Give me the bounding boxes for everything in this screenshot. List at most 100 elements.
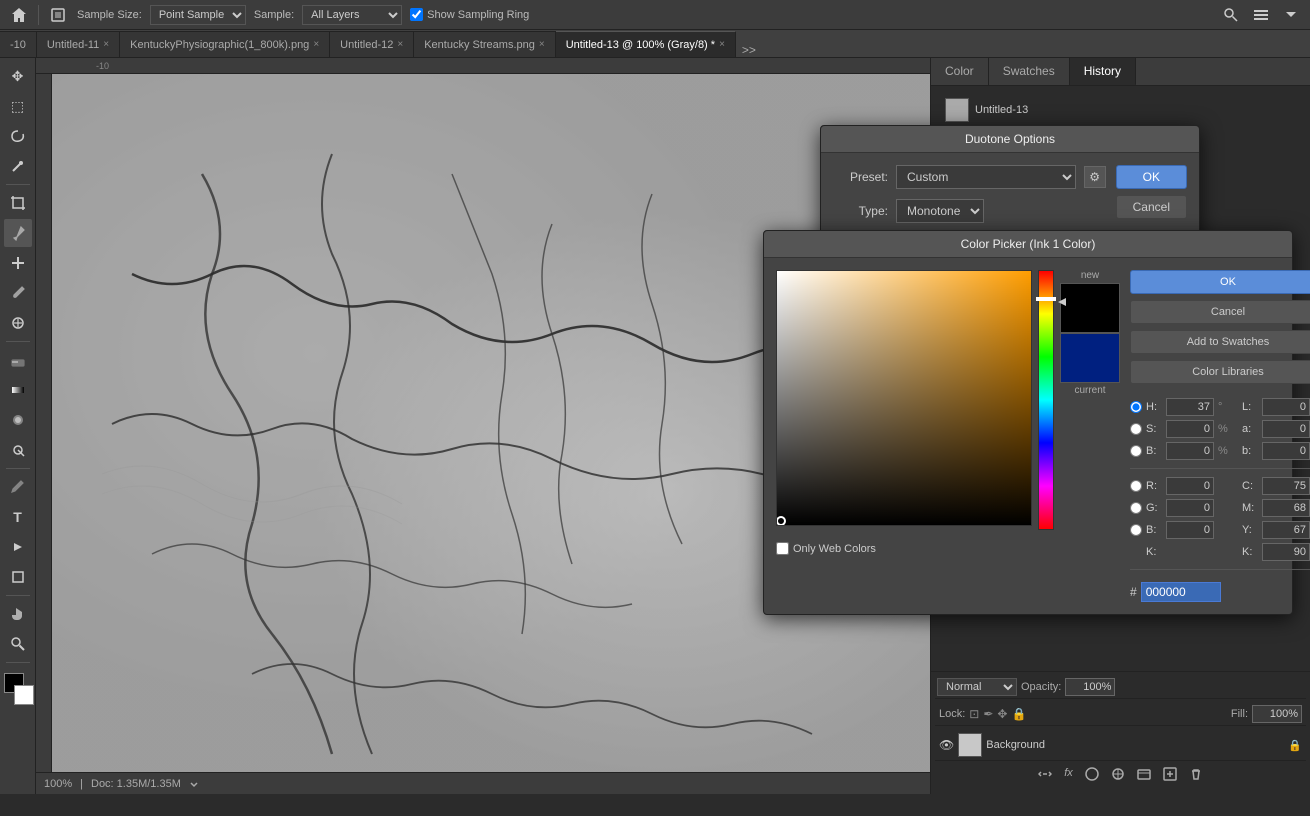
hue-section [1038,270,1054,530]
preset-select[interactable]: Custom [896,165,1076,189]
workspace-icon[interactable] [1250,4,1272,26]
a-input[interactable] [1262,420,1310,438]
close-tab-untitled-11[interactable]: × [103,39,109,50]
sampling-ring-check[interactable] [410,8,423,21]
close-tab-kentucky-physio[interactable]: × [313,39,319,50]
path-selection-tool[interactable] [4,533,32,561]
delete-layer-icon[interactable] [1185,765,1207,786]
b-radio[interactable] [1130,445,1142,457]
hue-slider[interactable] [1038,270,1054,530]
s-radio[interactable] [1130,423,1142,435]
close-tab-kentucky-streams[interactable]: × [539,39,545,50]
eyedropper-tool-icon[interactable] [47,4,69,26]
blend-mode-select[interactable]: Normal [937,678,1017,696]
opacity-input[interactable] [1065,678,1115,696]
show-sampling-ring-checkbox[interactable]: Show Sampling Ring [410,8,529,21]
lock-icon-4[interactable]: 🔒 [1011,707,1026,721]
g-input[interactable] [1166,499,1214,517]
lock-icon-3[interactable]: ✥ [997,707,1007,721]
tab-untitled-13[interactable]: Untitled-13 @ 100% (Gray/8) * × [556,31,736,57]
web-colors-checkbox[interactable] [776,542,789,555]
lasso-tool[interactable] [4,122,32,150]
shape-tool[interactable] [4,563,32,591]
layer-visibility-eye[interactable]: 👁 [939,738,954,752]
tab-overflow[interactable]: >> [736,43,762,57]
layer-fx-icon[interactable]: fx [1060,765,1077,786]
gradient-tool[interactable] [4,376,32,404]
blur-tool[interactable] [4,406,32,434]
eraser-tool[interactable] [4,346,32,374]
eyedropper-tool[interactable] [4,219,32,247]
dodge-tool[interactable] [4,436,32,464]
history-document-item[interactable]: Untitled-13 [939,94,1302,126]
tab-kentucky-physio[interactable]: KentuckyPhysiographic(1_800k).png × [120,31,330,57]
tool-separator-2 [6,341,30,342]
b3-input[interactable] [1262,442,1310,460]
hue-arrow [1058,296,1068,310]
r-radio[interactable] [1130,480,1142,492]
tab-minus-10[interactable]: -10 [0,31,37,57]
lock-icon-2[interactable]: ✒ [983,707,993,721]
type-select[interactable]: Monotone [896,199,984,223]
gradient-canvas[interactable] [776,270,1032,526]
lock-icon-1[interactable]: ⊡ [969,707,979,721]
hand-tool[interactable] [4,600,32,628]
layer-link-icon[interactable] [1034,765,1056,786]
color-swatches[interactable] [0,671,36,707]
s-input[interactable] [1166,420,1214,438]
r-input[interactable] [1166,477,1214,495]
marquee-tool[interactable]: ⬚ [4,92,32,120]
sample-select[interactable]: All Layers [302,5,402,25]
layer-background[interactable]: 👁 Background 🔒 [935,730,1306,760]
wand-tool[interactable] [4,152,32,180]
new-layer-icon[interactable] [1159,765,1181,786]
preset-gear-button[interactable]: ⚙ [1084,166,1106,188]
search-icon[interactable] [1220,4,1242,26]
crop-tool[interactable] [4,189,32,217]
zoom-tool[interactable] [4,630,32,658]
l-input[interactable] [1262,398,1310,416]
b2-radio[interactable] [1130,524,1142,536]
history-document-name: Untitled-13 [975,104,1028,116]
layer-adjustment-icon[interactable] [1107,765,1129,786]
fill-input[interactable] [1252,705,1302,723]
b2-input[interactable] [1166,521,1214,539]
k-input[interactable] [1262,543,1310,561]
close-tab-untitled-13[interactable]: × [719,39,725,50]
duotone-ok-button[interactable]: OK [1116,165,1187,189]
hex-input[interactable] [1141,582,1221,602]
h-radio[interactable] [1130,401,1142,413]
tab-history[interactable]: History [1070,58,1136,85]
pen-tool[interactable] [4,473,32,501]
b-input[interactable] [1166,442,1214,460]
cp-ok-button[interactable]: OK [1130,270,1310,294]
m-input[interactable] [1262,499,1310,517]
move-tool[interactable]: ✥ [4,62,32,90]
layer-group-icon[interactable] [1133,765,1155,786]
brush-tool[interactable] [4,279,32,307]
cp-sep-2 [1130,569,1310,570]
extend-icon[interactable] [1280,4,1302,26]
text-tool[interactable]: T [4,503,32,531]
tab-kentucky-streams[interactable]: Kentucky Streams.png × [414,31,556,57]
sample-size-select[interactable]: Point Sample [150,5,246,25]
home-icon[interactable] [8,4,30,26]
cp-cancel-button[interactable]: Cancel [1130,300,1310,324]
duotone-cancel-button[interactable]: Cancel [1116,195,1187,219]
clone-tool[interactable] [4,309,32,337]
close-tab-untitled-12[interactable]: × [397,39,403,50]
status-arrow[interactable] [189,779,199,789]
heal-tool[interactable] [4,249,32,277]
tab-untitled-11[interactable]: Untitled-11 × [37,31,120,57]
background-color[interactable] [14,685,34,705]
tab-color[interactable]: Color [931,58,989,85]
tab-swatches[interactable]: Swatches [989,58,1070,85]
tab-untitled-12[interactable]: Untitled-12 × [330,31,414,57]
c-input[interactable] [1262,477,1310,495]
g-radio[interactable] [1130,502,1142,514]
cp-add-swatches-button[interactable]: Add to Swatches [1130,330,1310,354]
layer-mask-icon[interactable] [1081,765,1103,786]
y-input[interactable] [1262,521,1310,539]
h-input[interactable] [1166,398,1214,416]
cp-color-libraries-button[interactable]: Color Libraries [1130,360,1310,384]
